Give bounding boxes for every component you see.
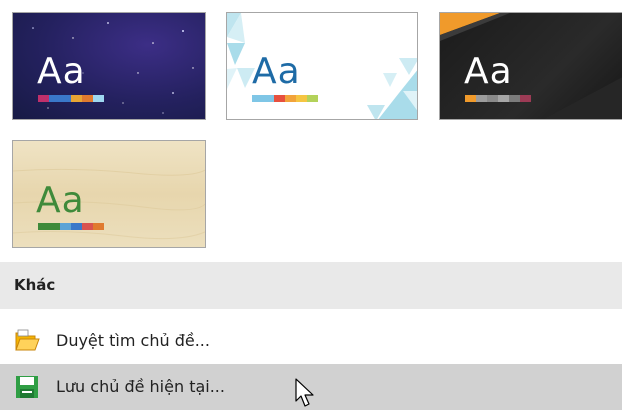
swatch xyxy=(93,95,104,102)
theme-thumbnail-triangles[interactable]: Aa xyxy=(226,12,418,120)
swatch xyxy=(82,95,93,102)
swatch xyxy=(71,223,82,230)
swatch xyxy=(296,95,307,102)
browse-themes-menu-item[interactable]: Duyệt tìm chủ đề... xyxy=(0,318,622,364)
swatch xyxy=(263,95,274,102)
swatch xyxy=(285,95,296,102)
color-swatches xyxy=(38,95,104,102)
mouse-pointer-icon xyxy=(295,378,314,407)
theme-thumbnail-starry[interactable]: Aa xyxy=(12,12,206,120)
swatch xyxy=(93,223,104,230)
swatch xyxy=(487,95,498,102)
color-swatches xyxy=(38,223,104,230)
save-floppy-icon xyxy=(16,376,38,398)
save-current-theme-label: Lưu chủ đề hiện tại... xyxy=(56,377,225,396)
color-swatches xyxy=(465,95,531,102)
swatch xyxy=(60,223,71,230)
section-title: Khác xyxy=(14,276,56,294)
swatch xyxy=(307,95,318,102)
swatch xyxy=(49,95,60,102)
swatch xyxy=(465,95,476,102)
swatch xyxy=(520,95,531,102)
swatch xyxy=(498,95,509,102)
swatch xyxy=(509,95,520,102)
swatch xyxy=(60,95,71,102)
theme-thumbnail-wood[interactable]: Aa xyxy=(12,140,206,248)
theme-sample-text: Aa xyxy=(464,51,513,92)
swatch xyxy=(82,223,93,230)
swatch xyxy=(252,95,263,102)
folder-open-icon xyxy=(15,329,40,351)
swatch xyxy=(38,95,49,102)
swatch xyxy=(49,223,60,230)
theme-sample-text: Aa xyxy=(252,51,301,92)
swatch xyxy=(476,95,487,102)
theme-sample-text: Aa xyxy=(36,180,85,221)
browse-themes-label: Duyệt tìm chủ đề... xyxy=(56,331,210,350)
section-header-other: Khác xyxy=(0,262,622,309)
swatch xyxy=(274,95,285,102)
swatch xyxy=(71,95,82,102)
theme-sample-text: Aa xyxy=(37,51,86,92)
color-swatches xyxy=(252,95,318,102)
swatch xyxy=(38,223,49,230)
theme-thumbnail-dark[interactable]: Aa xyxy=(439,12,622,120)
